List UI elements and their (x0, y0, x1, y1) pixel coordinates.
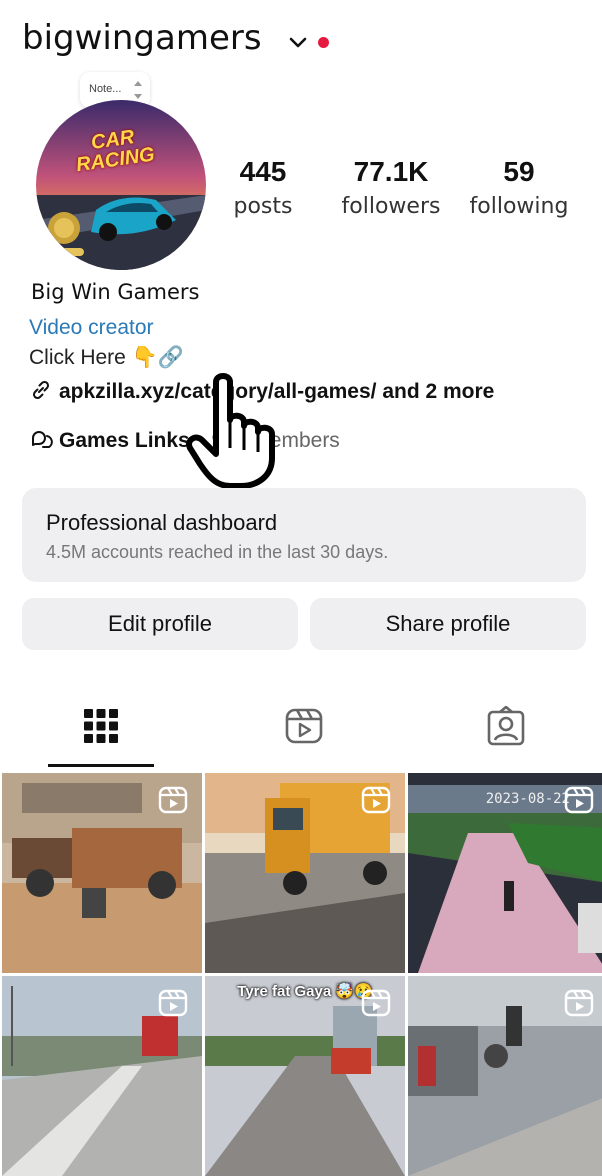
notification-dot (318, 37, 329, 48)
broadcast-channel[interactable]: Games Links 984 members (29, 427, 340, 453)
display-name: Big Win Gamers (31, 280, 200, 304)
post-date-text: 2023-08-22 (485, 791, 570, 807)
dashboard-title: Professional dashboard (46, 510, 278, 535)
chevron-down-icon[interactable] (288, 32, 308, 52)
link-icon (32, 380, 50, 400)
post-thumbnail[interactable] (408, 976, 602, 1176)
category-label: Video creator (29, 316, 154, 339)
active-tab-indicator (48, 764, 154, 767)
channel-name: Games Links (59, 429, 190, 452)
post-thumbnail[interactable]: Tyre fat Gaya 🤯😢 (205, 976, 405, 1176)
post-thumbnail[interactable] (2, 976, 202, 1176)
edit-profile-button[interactable]: Edit profile (22, 598, 298, 650)
reel-icon (158, 989, 188, 1017)
posts-label: posts (233, 194, 293, 219)
followers-count: 77.1K (353, 156, 429, 187)
post-thumbnail[interactable] (205, 773, 405, 973)
followers-label: followers (341, 194, 441, 219)
stat-following[interactable]: 59 following (459, 156, 579, 219)
post-thumbnail[interactable]: 2023-08-22 (408, 773, 602, 973)
reels-icon[interactable] (284, 706, 324, 746)
reel-icon (361, 989, 391, 1017)
post-thumbnail[interactable] (2, 773, 202, 973)
reel-icon (361, 786, 391, 814)
channel-icon (32, 431, 53, 448)
professional-dashboard[interactable]: Professional dashboard 4.5M accounts rea… (22, 488, 586, 582)
bio-text: Click Here 👇🔗 (29, 346, 184, 369)
username[interactable]: bigwingamers (22, 18, 262, 58)
following-count: 59 (503, 156, 535, 187)
stat-posts[interactable]: 445 posts (203, 156, 323, 219)
following-label: following (469, 194, 569, 219)
avatar-image (36, 100, 206, 270)
reel-icon (158, 786, 188, 814)
grid-icon[interactable] (81, 706, 121, 746)
reel-icon (564, 786, 594, 814)
share-profile-button[interactable]: Share profile (310, 598, 586, 650)
note-label: Note... (89, 83, 122, 95)
avatar[interactable]: CAR RACING (36, 100, 206, 270)
stat-followers[interactable]: 77.1K followers (331, 156, 451, 219)
hand-pointer-icon (186, 373, 275, 489)
note-stepper-icon (134, 81, 142, 99)
dashboard-subtitle: 4.5M accounts reached in the last 30 day… (46, 542, 389, 562)
posts-count: 445 (239, 156, 287, 187)
tagged-icon[interactable] (486, 706, 526, 746)
reel-icon (564, 989, 594, 1017)
